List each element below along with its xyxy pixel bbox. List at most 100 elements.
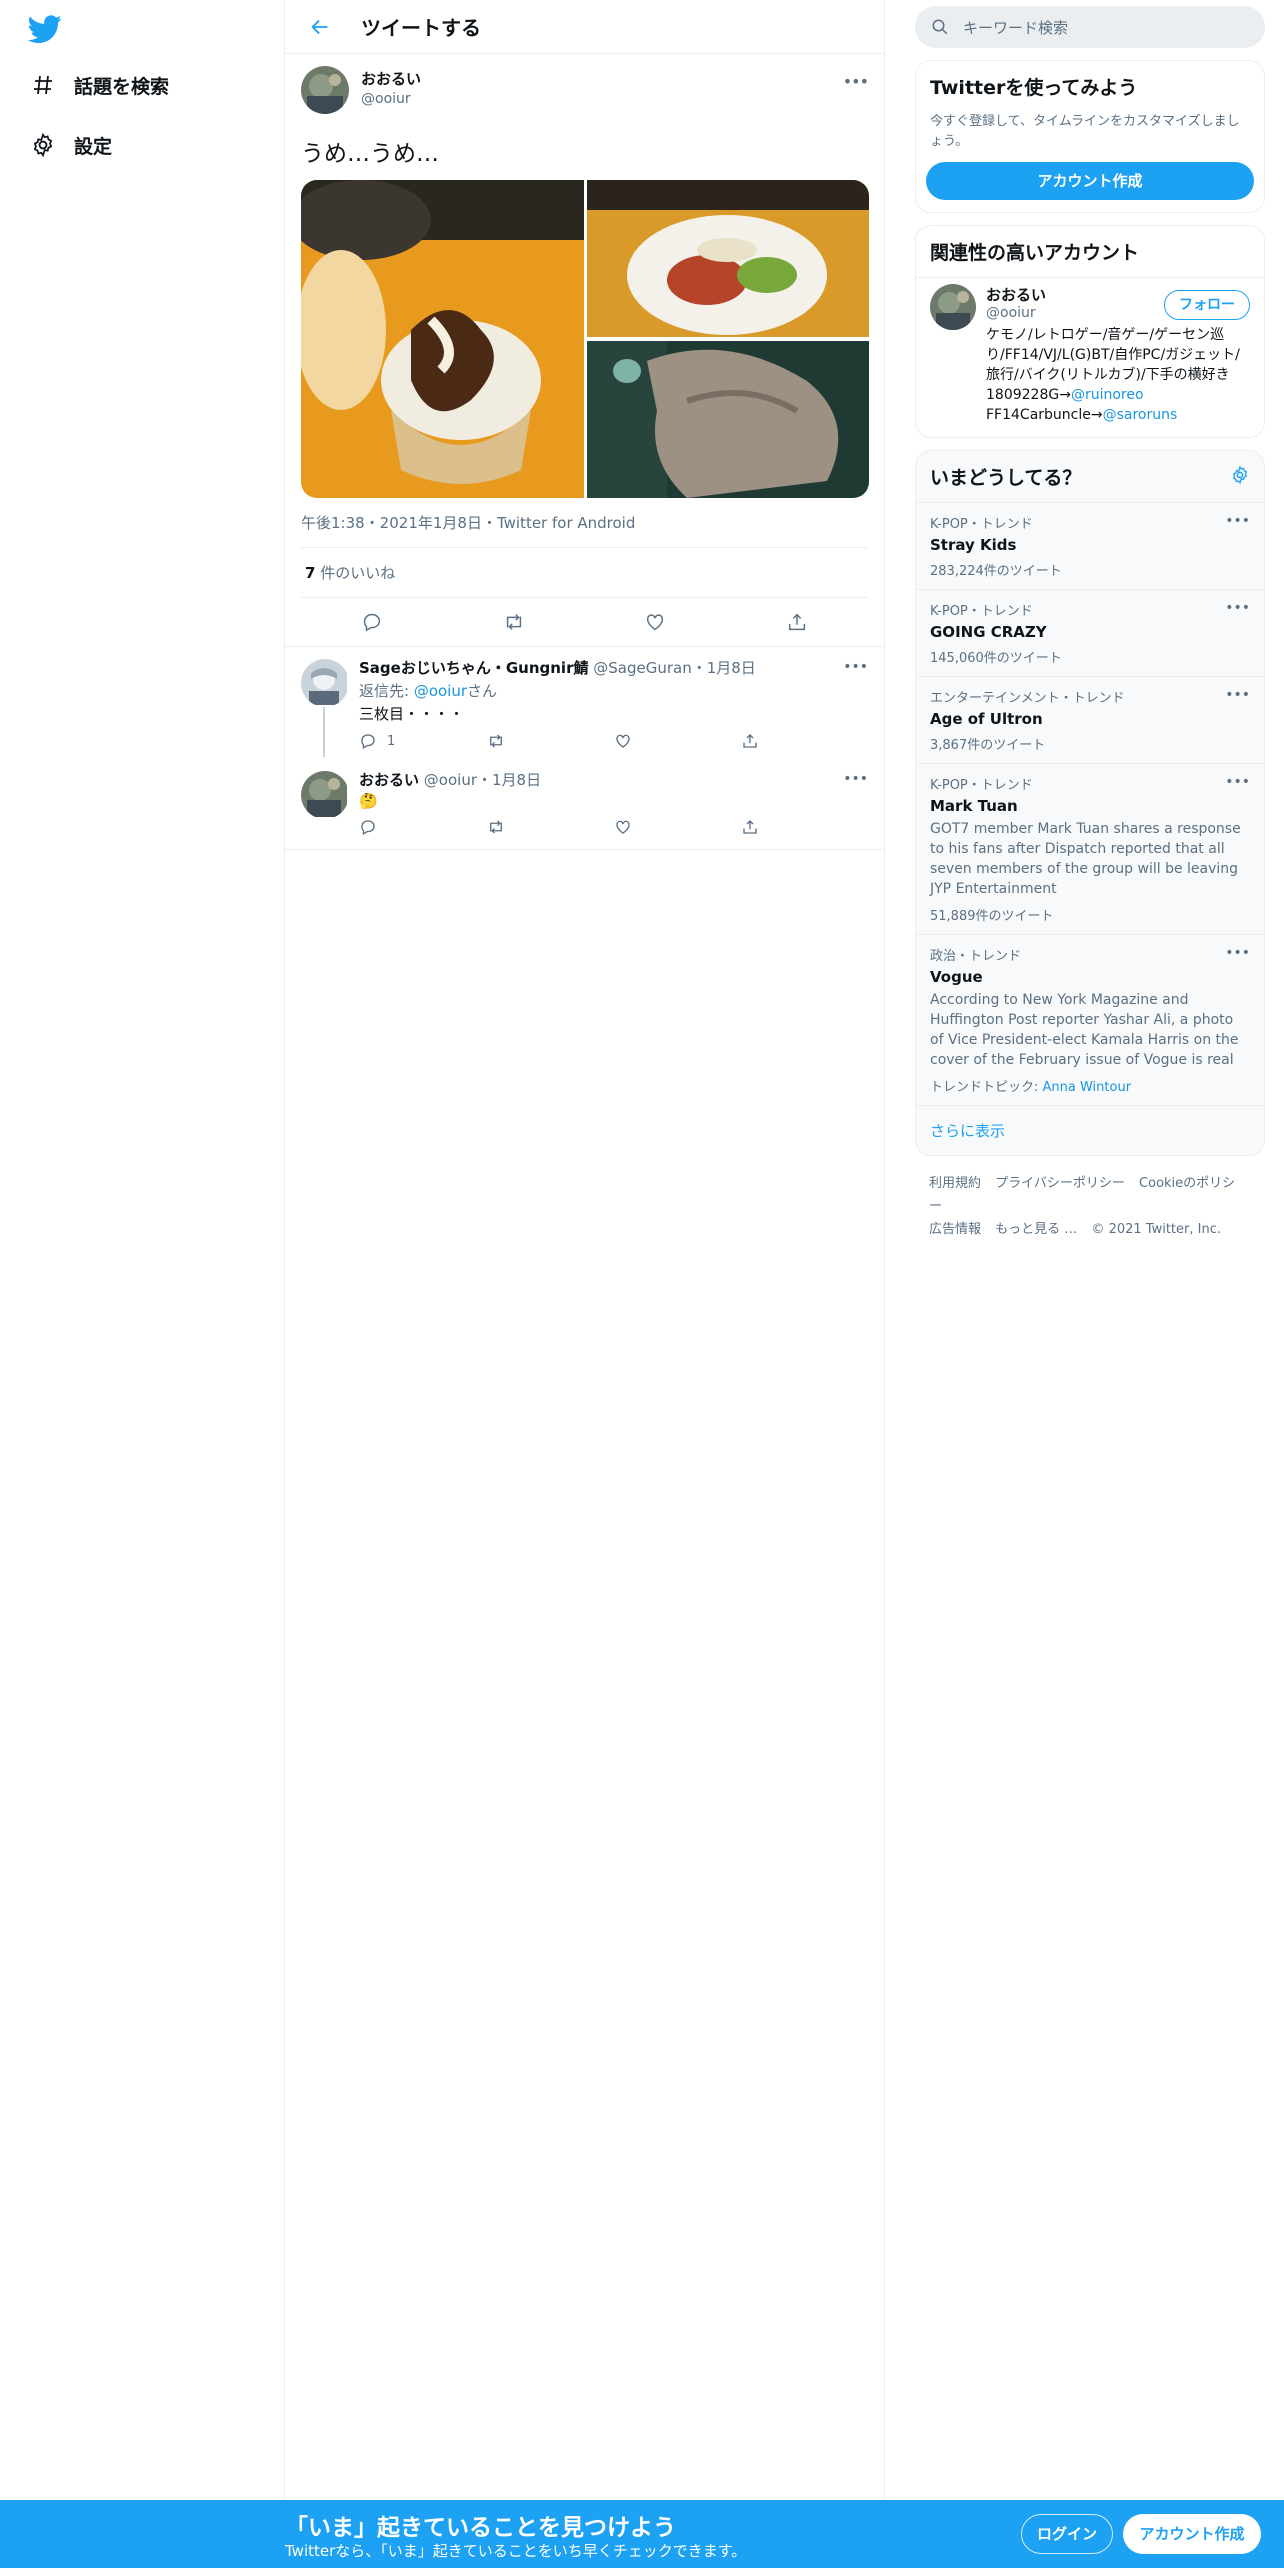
reply-author-name[interactable]: Sageおじいちゃん・Gungnir鯖	[359, 659, 588, 677]
media-photo-1[interactable]	[301, 180, 584, 498]
reply-icon[interactable]	[359, 818, 486, 836]
back-arrow-icon[interactable]	[305, 12, 335, 42]
create-account-button[interactable]: アカウント作成	[926, 162, 1254, 200]
like-icon[interactable]	[642, 609, 668, 635]
gear-icon[interactable]	[1230, 465, 1250, 489]
avatar[interactable]	[930, 284, 976, 330]
share-icon[interactable]	[741, 732, 868, 750]
related-bio: ケモノ/レトロゲー/音ゲー/ゲーセン巡り/FF14/VJ/L(G)BT/自作PC…	[986, 325, 1250, 425]
reply-button[interactable]: 1	[359, 732, 486, 750]
media-photo-3[interactable]	[587, 341, 869, 498]
nav-explore-label: 話題を検索	[74, 75, 170, 98]
avatar[interactable]	[301, 659, 349, 707]
like-icon[interactable]	[614, 732, 741, 750]
follow-button[interactable]: フォロー	[1164, 290, 1250, 320]
reply-author-name[interactable]: おおるい	[359, 771, 419, 789]
trend-item[interactable]: 政治・トレンド Vogue According to New York Maga…	[916, 934, 1264, 1105]
likes-count[interactable]: 7 件のいいね	[301, 548, 868, 598]
likes-number: 7	[305, 564, 316, 582]
avatar[interactable]	[301, 66, 349, 114]
trend-item[interactable]: K-POP・トレンド Stray Kids 283,224件のツイート •••	[916, 502, 1264, 589]
more-icon[interactable]: •••	[1225, 774, 1250, 790]
more-icon[interactable]: •••	[1225, 945, 1250, 961]
copyright: © 2021 Twitter, Inc.	[1091, 1222, 1221, 1237]
retweet-icon[interactable]	[486, 732, 613, 750]
trend-context: K-POP・トレンド	[930, 778, 1033, 793]
footer-link[interactable]: プライバシーポリシー	[995, 1176, 1125, 1191]
reply-icon	[361, 734, 375, 749]
right-sidebar: キーワード検索 Twitterを使ってみよう 今すぐ登録して、タイムラインをカス…	[915, 0, 1265, 1257]
media-photo-2[interactable]	[587, 180, 869, 337]
twitter-logo-icon[interactable]	[27, 12, 62, 46]
trend-context: 政治・トレンド	[930, 949, 1022, 964]
trend-item[interactable]: K-POP・トレンド GOING CRAZY 145,060件のツイート •••	[916, 589, 1264, 676]
tweet-meta: 午後1:38・2021年1月8日・Twitter for Android	[301, 498, 868, 548]
more-icon[interactable]: •••	[843, 659, 868, 675]
trend-item[interactable]: エンターテインメント・トレンド Age of Ultron 3,867件のツイー…	[916, 676, 1264, 763]
signup-card: Twitterを使ってみよう 今すぐ登録して、タイムラインをカスタマイズしましょ…	[915, 60, 1265, 213]
reply-to-link[interactable]: @ooiur	[414, 682, 467, 700]
share-icon[interactable]	[784, 609, 810, 635]
trends-card: いまどうしてる？ K-POP・トレンド Stray Kids 283,224件の…	[915, 450, 1265, 1156]
author-name[interactable]: おおるい	[361, 68, 421, 89]
nav-settings-label: 設定	[74, 135, 113, 158]
more-icon[interactable]: •••	[1225, 600, 1250, 616]
main-tweet: おおるい @ooiur ••• うめ…うめ… 午後1:38・2021年1月8日・…	[285, 54, 884, 647]
signup-desc: 今すぐ登録して、タイムラインをカスタマイズしましょう。	[930, 114, 1240, 149]
reply-author-handle[interactable]: @SageGuran	[593, 659, 691, 677]
reply-2: おおるい @ooiur・1月8日 🤔	[359, 769, 868, 836]
retweet-icon[interactable]	[501, 609, 527, 635]
gear-icon	[28, 130, 58, 160]
more-icon[interactable]: •••	[1225, 513, 1250, 529]
bottom-title: 「いま」起きていることを見つけよう	[285, 2515, 676, 2541]
bio-link-ruinoreo[interactable]: @ruinoreo	[1071, 387, 1144, 403]
trend-count: 51,889件のツイート	[930, 909, 1054, 924]
trend-name: Vogue	[930, 968, 983, 986]
reply-1: Sageおじいちゃん・Gungnir鯖 @SageGuran・1月8日 返信先:…	[359, 657, 868, 750]
footer-link[interactable]: 利用規約	[929, 1176, 981, 1191]
reply-date[interactable]: ・1月8日	[692, 659, 756, 677]
more-icon[interactable]: •••	[843, 771, 868, 787]
signup-button[interactable]: アカウント作成	[1123, 2514, 1261, 2554]
more-icon[interactable]: •••	[843, 72, 869, 91]
trend-topic-link[interactable]: Anna Wintour	[1043, 1080, 1132, 1095]
author-handle[interactable]: @ooiur	[361, 91, 421, 107]
reply-icon[interactable]	[359, 609, 385, 635]
reply-author-handle[interactable]: @ooiur	[424, 771, 477, 789]
reply-date[interactable]: ・1月8日	[477, 771, 541, 789]
trend-name: Age of Ultron	[930, 710, 1043, 728]
bio-link-saroruns[interactable]: @saroruns	[1103, 407, 1178, 423]
trends-title: いまどうしてる？	[930, 467, 1082, 489]
share-icon[interactable]	[741, 818, 868, 836]
reply-thread: Sageおじいちゃん・Gungnir鯖 @SageGuran・1月8日 返信先:…	[285, 647, 884, 850]
reply-count: 1	[387, 733, 396, 749]
related-title: 関連性の高いアカウント	[930, 242, 1140, 264]
bio-text-2: FF14Carbuncle→	[986, 407, 1103, 423]
trend-item[interactable]: K-POP・トレンド Mark Tuan GOT7 member Mark Tu…	[916, 763, 1264, 934]
search-input[interactable]: キーワード検索	[915, 6, 1265, 48]
login-button[interactable]: ログイン	[1021, 2514, 1113, 2554]
nav-settings[interactable]: 設定	[28, 120, 112, 170]
trend-context: K-POP・トレンド	[930, 604, 1033, 619]
page-title: ツイートする	[361, 16, 481, 40]
reply-text: 三枚目・・・・	[359, 705, 465, 723]
footer-more-link[interactable]: もっと見る …	[995, 1222, 1077, 1237]
tweet-actions	[301, 598, 868, 646]
nav-explore[interactable]: 話題を検索	[28, 60, 169, 110]
trend-desc: According to New York Magazine and Huffi…	[930, 992, 1239, 1068]
avatar[interactable]	[301, 771, 349, 819]
retweet-icon[interactable]	[486, 818, 613, 836]
trend-count: 3,867件のツイート	[930, 738, 1046, 753]
trend-name: GOING CRAZY	[930, 623, 1047, 641]
main-header: ツイートする	[285, 0, 884, 54]
reply-to-suffix: さん	[467, 682, 498, 700]
likes-label: 件のいいね	[315, 564, 396, 582]
footer-link[interactable]: 広告情報	[929, 1222, 981, 1237]
trend-topic: トレンドトピック: Anna Wintour	[930, 1076, 1250, 1095]
bottom-signup-bar: 「いま」起きていることを見つけよう Twitterなら、「いま」起きていることを…	[0, 2500, 1284, 2568]
more-icon[interactable]: •••	[1225, 687, 1250, 703]
show-more-link[interactable]: さらに表示	[916, 1105, 1264, 1155]
trend-topic-label: トレンドトピック:	[930, 1080, 1043, 1095]
like-icon[interactable]	[614, 818, 741, 836]
related-account[interactable]: おおるい @ooiur ケモノ/レトロゲー/音ゲー/ゲーセン巡り/FF14/VJ…	[916, 277, 1264, 437]
